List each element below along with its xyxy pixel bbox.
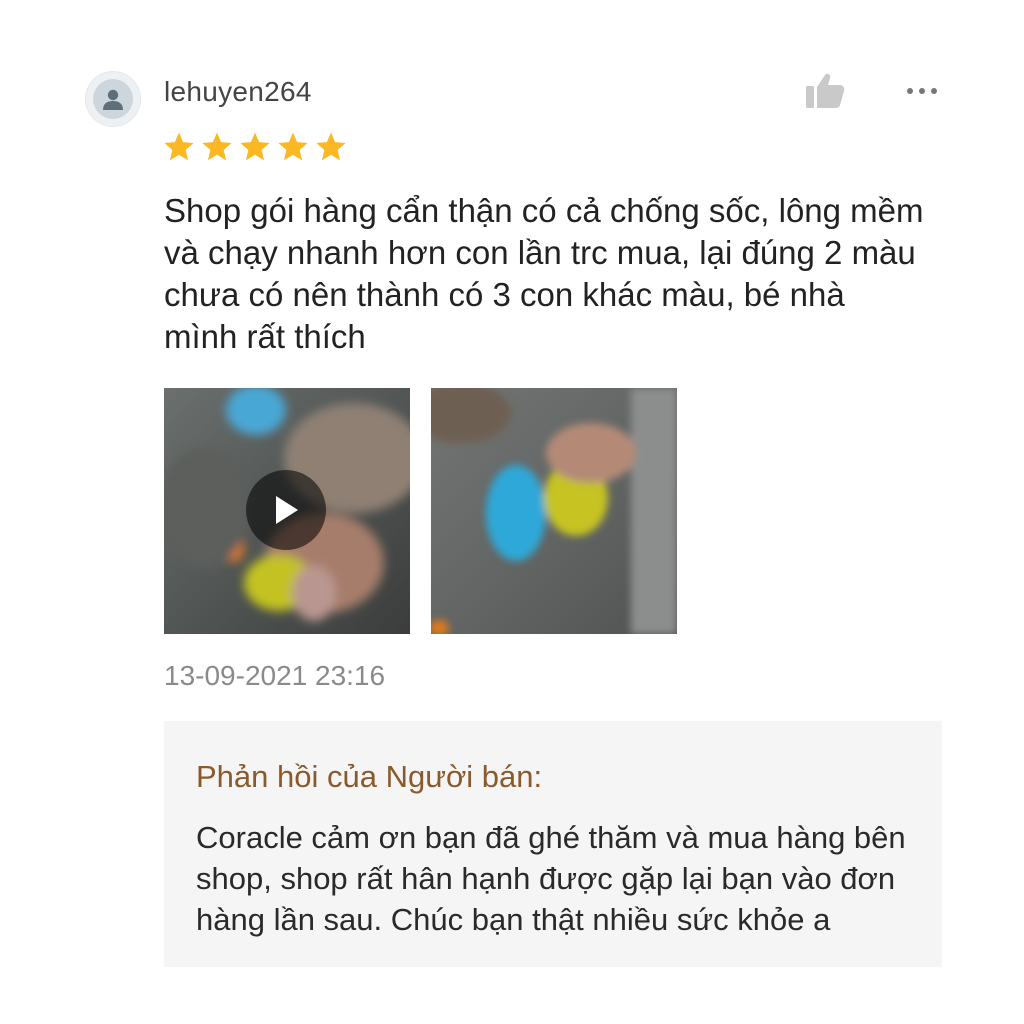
like-button[interactable] <box>804 72 846 110</box>
seller-reply-text: Coracle cảm ơn bạn đã ghé thăm và mua hà… <box>196 820 906 937</box>
user-icon <box>93 79 133 119</box>
review-photo-thumbnail[interactable] <box>431 388 677 634</box>
seller-reply: Phản hồi của Người bán: Coracle cảm ơn b… <box>164 721 942 967</box>
play-button[interactable] <box>246 470 326 550</box>
more-options-button[interactable] <box>904 78 940 104</box>
more-icon <box>907 88 937 94</box>
star-icon <box>316 132 346 161</box>
thumbs-up-icon <box>806 73 845 108</box>
review-photo-image <box>431 388 677 634</box>
play-icon <box>276 496 298 524</box>
review-video-thumbnail[interactable] <box>164 388 410 634</box>
review-text: Shop gói hàng cẩn thận có cả chống sốc, … <box>164 192 924 355</box>
star-icon <box>202 132 232 161</box>
review-timestamp: 13-09-2021 23:16 <box>164 660 386 691</box>
avatar[interactable] <box>86 72 140 126</box>
star-icon <box>278 132 308 161</box>
star-icon <box>164 132 194 161</box>
seller-reply-title: Phản hồi của Người bán: <box>196 759 543 794</box>
star-icon <box>240 132 270 161</box>
rating-stars <box>162 130 348 164</box>
username[interactable]: lehuyen264 <box>164 76 312 108</box>
